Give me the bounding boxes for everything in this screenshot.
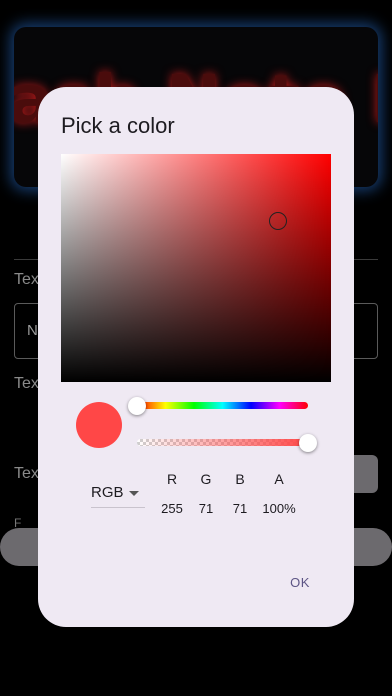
selected-color-swatch [76, 402, 122, 448]
channel-value-b[interactable]: 71 [220, 501, 260, 516]
ok-button[interactable]: OK [280, 570, 320, 596]
text-color-label: Tex [14, 375, 39, 392]
text-field-value: N [27, 322, 38, 339]
dialog-title: Pick a color [61, 113, 175, 138]
channel-label-b: B [235, 471, 245, 487]
hue-slider-thumb[interactable] [128, 396, 146, 415]
alpha-slider-thumb[interactable] [299, 433, 317, 452]
alpha-slider[interactable] [137, 433, 317, 452]
channel-label-a: A [274, 471, 284, 487]
channel-value-a[interactable]: 100% [259, 501, 299, 516]
color-picker-dialog: Pick a color RGB R G B A 255 71 71 100% … [38, 87, 354, 627]
color-mode-value: RGB [91, 484, 124, 501]
text-label: Tex [14, 271, 39, 288]
saturation-value-panel[interactable] [61, 154, 331, 382]
saturation-value-handle[interactable] [269, 212, 287, 230]
text-size-label: Tex [14, 465, 39, 482]
color-mode-dropdown[interactable]: RGB [91, 479, 145, 508]
hue-slider[interactable] [128, 396, 308, 415]
dropdown-arrow-icon [129, 491, 139, 496]
